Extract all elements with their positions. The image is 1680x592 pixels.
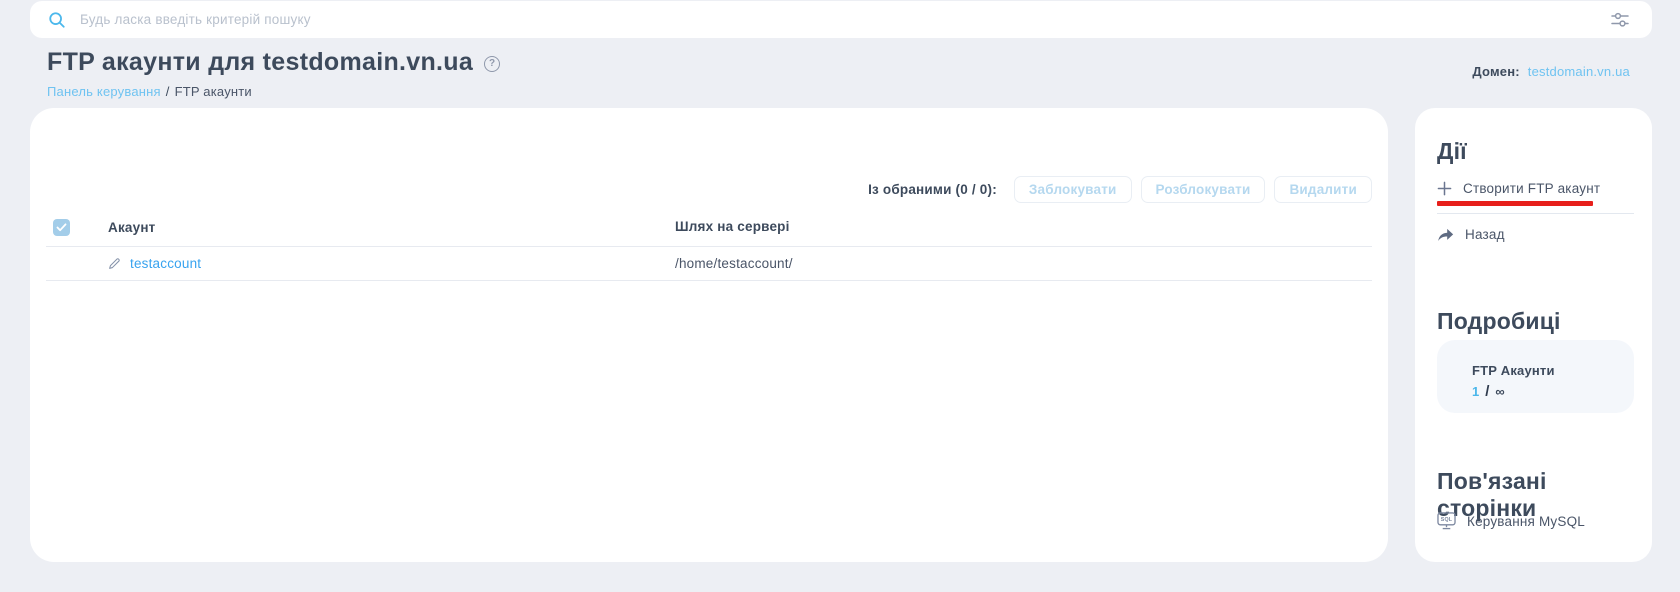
bulk-actions: Із обраними (0 / 0): Заблокувати Розблок… [868,176,1372,203]
details-title: Подробиці [1437,308,1561,335]
usage-limit: ∞ [1495,384,1504,399]
select-all-checkbox[interactable] [53,219,70,236]
usage-used: 1 [1472,384,1479,399]
actions-title: Дії [1437,138,1467,165]
table-header-row: Акаунт Шлях на сервері [46,208,1372,247]
actions-divider [1437,213,1634,214]
domain-link[interactable]: testdomain.vn.ua [1528,64,1630,79]
highlight-underline-annotation [1437,201,1593,206]
domain-label: Домен: [1472,64,1519,79]
column-header-account: Акаунт [108,220,156,235]
mysql-icon: SQL [1437,512,1456,530]
usage-separator: / [1485,383,1489,400]
search-bar [30,1,1652,38]
block-button[interactable]: Заблокувати [1014,176,1132,203]
bulk-selected-label: Із обраними (0 / 0): [868,182,997,197]
create-ftp-account-label: Створити FTP акаунт [1463,181,1600,196]
ftp-accounts-table: Акаунт Шлях на сервері testaccount /home… [46,208,1372,281]
help-icon[interactable]: ? [484,56,500,72]
back-action[interactable]: Назад [1437,227,1505,242]
forward-arrow-icon [1437,228,1454,242]
mysql-management-link[interactable]: SQL Керування MySQL [1437,512,1585,530]
usage-card-label: FTP Акаунти [1472,363,1634,378]
usage-counts: 1 / ∞ [1472,383,1634,400]
account-path: /home/testaccount/ [675,256,793,271]
breadcrumb-current: FTP акаунти [175,84,252,99]
breadcrumb: Панель керування / FTP акаунти [47,84,252,99]
breadcrumb-separator: / [166,84,170,99]
breadcrumb-link-control-panel[interactable]: Панель керування [47,84,161,99]
column-header-path: Шлях на сервері [675,219,790,234]
check-icon [56,223,67,232]
search-icon [48,11,66,29]
create-ftp-account-action[interactable]: Створити FTP акаунт [1437,181,1600,196]
ftp-accounts-card: Із обраними (0 / 0): Заблокувати Розблок… [30,108,1388,562]
domain-indicator: Домен: testdomain.vn.ua [1472,64,1630,79]
ftp-accounts-usage-card: FTP Акаунти 1 / ∞ [1437,340,1634,413]
mysql-link-label: Керування MySQL [1467,514,1585,529]
back-label: Назад [1465,227,1505,242]
table-row: testaccount /home/testaccount/ [46,247,1372,281]
page-title: FTP акаунти для testdomain.vn.ua [47,48,473,77]
pencil-icon [108,257,121,270]
page-header: FTP акаунти для testdomain.vn.ua ? [47,48,500,77]
filter-button[interactable] [1606,7,1634,33]
sliders-icon [1610,11,1630,29]
sidebar: Дії Створити FTP акаунт Назад Подробиці … [1415,108,1652,562]
delete-button[interactable]: Видалити [1274,176,1372,203]
account-link[interactable]: testaccount [130,256,201,271]
plus-icon [1437,181,1452,196]
unblock-button[interactable]: Розблокувати [1141,176,1266,203]
svg-text:SQL: SQL [1441,517,1453,523]
search-input[interactable] [80,12,1606,27]
edit-account-button[interactable] [108,257,121,270]
